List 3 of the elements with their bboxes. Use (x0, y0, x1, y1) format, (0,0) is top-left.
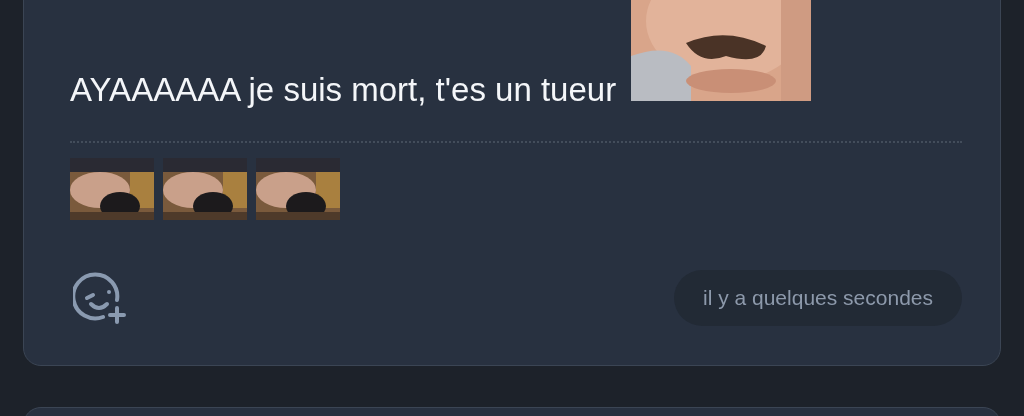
timestamp: il y a quelques secondes (674, 270, 962, 327)
message-text: AYAAAAAA je suis mort, t'es un tueur (70, 0, 962, 109)
add-reaction-icon[interactable] (73, 270, 129, 327)
